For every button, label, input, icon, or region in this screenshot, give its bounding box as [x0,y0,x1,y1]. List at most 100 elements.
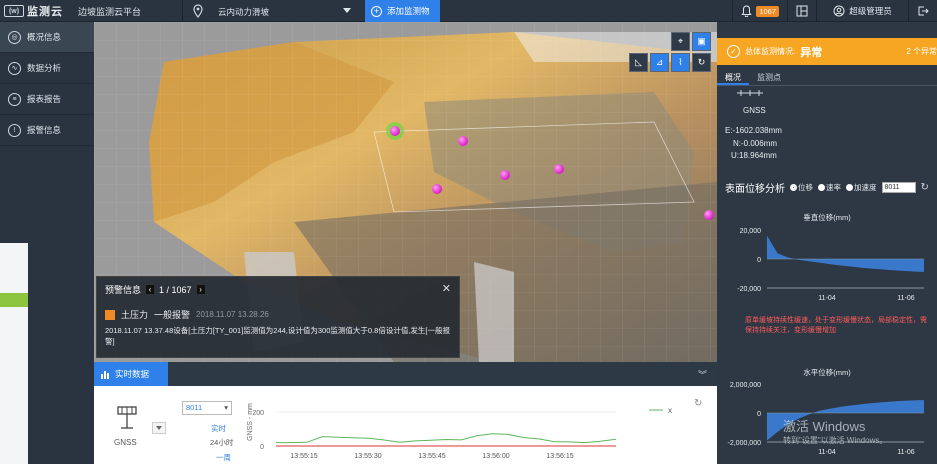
device-dropdown[interactable] [152,422,166,434]
sidebar-item-report[interactable]: ≡ 报表报告 [0,84,94,115]
watermark-line1: 激活 Windows [783,419,866,434]
alert-count-badge: 1067 [756,5,779,17]
radio-rate[interactable]: 速率 [818,182,841,193]
range-realtime[interactable]: 实时 [211,423,226,434]
right-tabs: 概况 监测点 [717,70,937,86]
chevron-down-icon[interactable] [343,8,351,13]
refresh-icon[interactable]: ↻ [921,182,929,193]
realtime-header: 实时数据 ︾ [94,362,717,386]
monitoring-point[interactable] [432,184,442,194]
x-tick-label: 11-04 [818,295,835,302]
top-bar: (w) 监测云 边坡监测云平台 云内动力滑坡 + 添加监测物 1067 超级管理… [0,0,937,22]
y-tick-label: 0 [757,411,761,418]
gnss-sensor-icon [117,406,137,429]
radio-displacement[interactable]: 位移 [790,182,813,193]
alert-pager: 1 / 1067 [159,284,192,295]
logo[interactable]: (w) 监测云 [4,3,74,19]
monitoring-point[interactable] [500,170,510,180]
x-tick-label: 13:55:30 [354,453,381,460]
legend-label: x [668,406,672,415]
tab-monitor-points[interactable]: 监测点 [749,70,789,85]
top-right-actions: 1067 超级管理员 [732,0,937,22]
y-tick-label: 0 [757,257,761,264]
y-tick-label: 0 [260,444,264,451]
logout-button[interactable] [908,0,937,22]
monitoring-point[interactable] [458,136,468,146]
x-tick-label: 11-06 [897,295,914,302]
close-icon[interactable]: ✕ [442,282,451,295]
measure-icon[interactable]: ⊿ [650,53,669,72]
x-tick-label: 13:56:15 [546,453,573,460]
analysis-note: 原单缓坡持续性缓速，处于变形缓慢状态，局部稳定性，需保持持续关注，变形缓慢增加 [745,317,927,334]
gnss-e-value: E:-1602.038mm [725,126,782,135]
map-toolbar: ⌖ ▣ ◺ ⊿ ⌇ ↻ [629,32,711,72]
range-week[interactable]: 一周 [216,452,231,463]
dashboard-button[interactable] [787,0,816,22]
radio-dot [790,184,797,191]
collapse-icon[interactable]: ︾ [698,368,707,381]
profile-icon[interactable]: ⌇ [671,53,690,72]
project-select[interactable]: 云内动力滑坡 [218,6,269,18]
alert-title: 预警信息 [105,285,142,295]
overall-status-banner: ✓ 总体监测情况: 异常 2 个异常 [717,38,937,65]
refresh-icon[interactable]: ↻ [692,53,711,72]
tab-realtime-data[interactable]: 实时数据 [94,362,168,386]
right-panel: ✓ 总体监测情况: 异常 2 个异常 概况 监测点 GNSS E:-1602.0… [717,22,937,464]
alert-time: 2018.11.07 13.28.26 [196,310,269,319]
device-label: GNSS [114,438,137,447]
radio-label: 加速度 [854,183,877,192]
notification-button[interactable]: 1067 [732,0,787,22]
radio-acceleration[interactable]: 加速度 [846,182,877,193]
radio-label: 位移 [798,183,813,192]
radio-dot [818,184,825,191]
logo-mark: (w) [4,5,24,17]
sidebar-item-label: 概况信息 [27,32,62,42]
grid-icon [796,5,808,17]
realtime-panel: GNSS 8011 实时 24小时 一周 GNSS - mm 200 0 13:… [94,386,717,464]
surface-title: 表面位移分析 [725,184,785,195]
y-tick-label: -2,000,000 [728,440,762,447]
surface-select[interactable]: 8011 [881,182,916,193]
x-tick-label: 11-04 [818,449,835,456]
refresh-icon[interactable]: ↻ [694,398,702,409]
logout-icon [918,6,929,16]
sensor-select[interactable]: 8011 [182,401,232,415]
y-tick-label: 20,000 [740,228,762,235]
bar-chart-icon [101,371,109,379]
surface-analysis-header: 表面位移分析 位移 速率 加速度 8011 ↻ [725,180,929,195]
prev-alert-button[interactable]: ‹ [146,285,155,294]
radio-dot [846,184,853,191]
user-menu[interactable]: 超级管理员 [816,0,908,22]
sidebar-item-alarm[interactable]: ! 报警信息 [0,115,94,146]
user-name: 超级管理员 [849,6,892,16]
compass-icon[interactable]: ⌖ [671,32,690,51]
alert-message: 2018.11.07 13.37.48设备[土压力[TY_001]监测值为244… [105,326,450,346]
alert-sensor: 土压力 [121,310,149,320]
background-window-fragment [0,243,28,464]
sidebar-item-analysis[interactable]: ∿ 数据分析 [0,53,94,84]
add-monitor-label: 添加监测物 [387,6,430,16]
divider [182,0,183,22]
vertical-displacement-chart: 20,000 0 -20,000 11-04 11-06 [737,228,924,302]
alert-level-icon [105,309,115,320]
sidebar-item-label: 报表报告 [27,94,62,104]
add-monitor-button[interactable]: + 添加监测物 [365,0,440,22]
next-alert-button[interactable]: › [196,285,205,294]
alarm-icon: ! [8,123,21,137]
y-axis-label: GNSS - mm [247,403,254,441]
tab-overview[interactable]: 概况 [717,70,749,85]
tab-label: 实时数据 [115,369,150,379]
status-value: 异常 [800,46,823,59]
cube-icon[interactable]: ▣ [692,32,711,51]
range-24h[interactable]: 24小时 [210,437,233,448]
sidebar-item-overview[interactable]: ◎ 概况信息 [0,22,94,53]
y-tick-label: 200 [252,410,264,417]
angle-icon[interactable]: ◺ [629,53,648,72]
monitoring-point[interactable] [390,126,400,136]
monitoring-point[interactable] [704,210,714,220]
monitoring-point[interactable] [554,164,564,174]
plus-icon: + [371,5,382,17]
gnss-u-value: U:18.964mm [731,151,777,160]
overview-icon: ◎ [8,30,21,44]
y-tick-label: 2,000,000 [730,382,761,389]
